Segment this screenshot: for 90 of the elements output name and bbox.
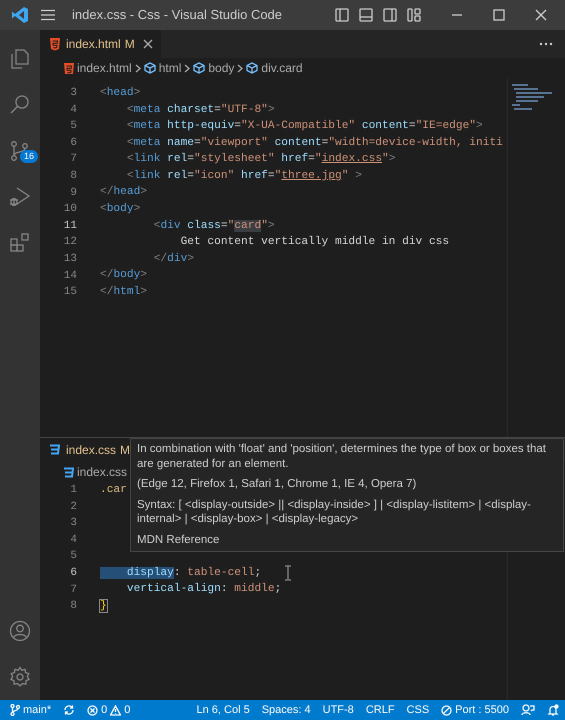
status-item[interactable]: Spaces: 4	[262, 702, 311, 718]
line-number: 5	[69, 119, 77, 134]
app-logo-icon	[11, 6, 29, 24]
line-number: 3	[69, 86, 77, 102]
line-number: 12	[62, 235, 77, 250]
warning-icon	[110, 704, 122, 716]
line-number: 7	[69, 152, 77, 168]
maximize-icon[interactable]	[493, 9, 505, 21]
html-file-icon	[62, 62, 74, 74]
branch-name[interactable]: main*	[23, 702, 52, 718]
window-title: index.css - Css - Visual Studio Code	[72, 6, 282, 24]
code-line: </html>	[100, 284, 148, 300]
customize-layout-icon[interactable]	[407, 8, 421, 22]
line-number: 10	[62, 202, 77, 218]
line-number: 3	[69, 516, 77, 532]
editor-tab[interactable]: index.html M	[40, 30, 161, 58]
warning-count[interactable]: 0	[124, 702, 130, 718]
toggle-secondary-sidebar-icon[interactable]	[383, 8, 397, 22]
blocked-icon	[441, 704, 452, 716]
code-line: <link rel="icon" href="three.jpg" >	[126, 168, 362, 184]
code-line: <link rel="stylesheet" href="index.css">	[126, 152, 396, 168]
settings-icon[interactable]	[8, 665, 32, 689]
line-number: 6	[69, 566, 77, 582]
code-line: <head>	[100, 86, 140, 101]
code-line: <meta charset="UTF-8">	[126, 102, 275, 118]
code-line: <div class="card">	[152, 218, 275, 234]
code-line: .car	[100, 482, 127, 498]
code-line: </body>	[100, 268, 148, 284]
breadcrumb-item[interactable]: div.card	[261, 59, 303, 77]
code-line: </head>	[100, 184, 148, 200]
css-file-icon	[48, 443, 62, 457]
description-text: In combination with 'float' and 'position', determines the type of box or boxes that are generated for an element.	[137, 442, 547, 471]
code-line: <meta name="viewport" content="width=device-width, initi	[126, 136, 503, 151]
line-number: 15	[62, 285, 77, 300]
html-file-icon	[48, 37, 62, 51]
branch-icon[interactable]	[10, 704, 20, 716]
code-line: <body>	[100, 202, 140, 218]
line-number: 14	[62, 268, 77, 284]
breadcrumb-item[interactable]: index.css	[77, 463, 128, 481]
line-number: 2	[69, 500, 77, 515]
browser-support-text: (Edge 12, Firefox 1, Safari 1, Chrome 1, IE 4, Opera 7)	[137, 477, 418, 492]
chevron-right-icon	[184, 64, 190, 72]
cube-icon	[144, 62, 156, 74]
line-number: 8	[69, 169, 77, 184]
notification-bell-icon[interactable]	[547, 704, 559, 716]
code-line: <meta http-equiv="X-UA-Compatible" content="IE=edge">	[126, 118, 483, 134]
line-number: 4	[69, 102, 77, 118]
code-line: vertical-align: middle;	[126, 582, 282, 598]
line-number: 1	[69, 483, 77, 498]
line-number: 4	[69, 532, 77, 548]
close-icon[interactable]	[142, 39, 153, 49]
toggle-panel-icon[interactable]	[359, 8, 373, 22]
error-icon	[87, 704, 98, 716]
cube-icon	[193, 62, 206, 74]
status-item[interactable]: UTF-8	[322, 702, 354, 718]
mdn-reference-link[interactable]: MDN Reference	[137, 534, 220, 546]
line-number: 5	[69, 549, 77, 564]
more-actions-icon[interactable]	[539, 42, 553, 46]
error-count[interactable]: 0	[101, 702, 108, 718]
code-line: display: table-cell;	[100, 564, 262, 582]
chevron-right-icon	[237, 64, 244, 72]
status-item[interactable]: CRLF	[366, 702, 395, 718]
code-line: </div>	[152, 252, 194, 267]
css-file-icon	[62, 466, 74, 478]
cube-icon	[246, 62, 258, 74]
count-badge: 16	[20, 150, 38, 163]
menu-icon[interactable]	[40, 9, 56, 21]
port-status[interactable]: Port : 5500	[455, 702, 509, 718]
line-number: 9	[69, 186, 77, 201]
code-line: Get content vertically middle in div css	[180, 234, 450, 250]
line-number: 6	[69, 136, 77, 151]
status-item[interactable]: Ln 6, Col 5	[196, 702, 250, 718]
feedback-icon[interactable]	[521, 704, 535, 716]
line-number: 7	[69, 582, 77, 598]
line-number: 13	[62, 252, 77, 267]
breadcrumb-item[interactable]: body	[208, 59, 234, 77]
status-item[interactable]: CSS	[406, 702, 430, 718]
close-icon[interactable]	[535, 9, 547, 21]
breadcrumb-item[interactable]: html	[158, 59, 182, 77]
text-cursor-icon	[285, 565, 292, 582]
line-number: 8	[69, 599, 77, 614]
line-number: 11	[62, 218, 77, 234]
code-line: }	[100, 599, 107, 614]
sync-icon[interactable]	[63, 704, 76, 716]
breadcrumb-item[interactable]: index.html	[77, 59, 132, 77]
chevron-right-icon	[134, 64, 141, 72]
run-debug-icon[interactable]	[8, 185, 32, 209]
syntax-text: Syntax: [ <display-outside> || <display-inside> ] | <display-listitem> | <display-internal> | <display-box> | <display-legacy>	[137, 498, 532, 526]
toggle-sidebar-icon[interactable]	[335, 8, 349, 22]
account-icon[interactable]	[8, 619, 32, 643]
